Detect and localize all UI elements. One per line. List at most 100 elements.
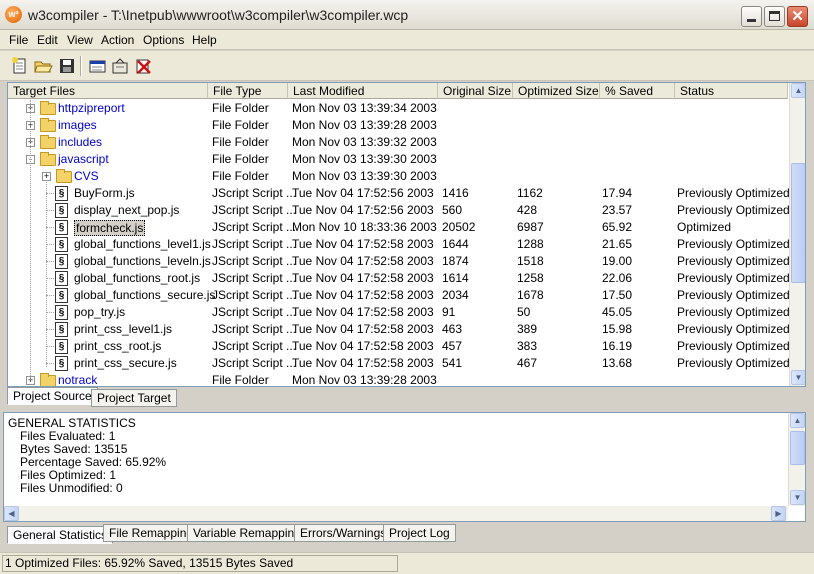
tab-project-log[interactable]: Project Log [383,524,456,542]
optimize-button[interactable] [110,56,130,76]
tab-file-remapping[interactable]: File Remapping [103,524,200,542]
column-header-file-type[interactable]: File Type [208,83,288,99]
menu-file[interactable]: File [9,33,28,47]
row-status: Previously Optimized [677,339,790,353]
stats-scroll-down-button[interactable]: ▼ [790,490,805,505]
row-optimized-size: 1258 [517,271,544,285]
row-name[interactable]: print_css_level1.js [74,322,172,336]
table-row[interactable]: + httpzipreport File Folder Mon Nov 03 13:3… [8,100,788,117]
row-percent-saved: 16.19 [602,339,633,353]
stats-scroll-right-button[interactable]: ▶ [771,506,786,521]
target-files-icon [89,60,106,73]
target-files-list[interactable]: Target Files File Type Last Modified Ori… [7,82,806,387]
row-last-modified: Tue Nov 04 17:52:56 2003 [292,203,434,217]
table-row[interactable]: § print_css_root.js JScript Script ... Tue … [8,338,790,355]
table-row[interactable]: - javascript File Folder Mon Nov 03 13:39:3… [8,151,788,168]
table-row[interactable]: + images File Folder Mon Nov 03 13:39:28 20… [8,117,788,134]
table-row[interactable]: § print_css_level1.js JScript Script ... Tu… [8,321,790,338]
tab-variable-remapping[interactable]: Variable Remapping [187,524,307,542]
row-file-type: JScript Script ... [212,271,297,285]
list-vertical-scrollbar[interactable]: ▲ ▼ [789,83,805,386]
table-row[interactable]: § print_css_secure.js JScript Script ... Tu… [8,355,790,372]
folder-icon [40,118,56,132]
row-optimized-size: 1288 [517,237,544,251]
row-original-size: 463 [442,322,463,336]
row-name[interactable]: display_next_pop.js [74,203,179,217]
clear-button[interactable] [133,56,153,76]
script-file-icon: § [55,203,68,218]
menu-action[interactable]: Action [101,33,134,47]
table-row[interactable]: § global_functions_secure.js JScript Scrip… [8,287,790,304]
table-row[interactable]: + includes File Folder Mon Nov 03 13:39:32 … [8,134,788,151]
row-name[interactable]: javascript [58,152,109,166]
column-header-original-size[interactable]: Original Size [438,83,513,99]
folder-icon [40,373,56,386]
tab-project-target[interactable]: Project Target [91,389,177,407]
row-name[interactable]: httpzipreport [58,101,125,115]
column-header-percent-saved[interactable]: % Saved [600,83,675,99]
column-header-optimized-size[interactable]: Optimized Size [513,83,600,99]
tab-errors-warnings[interactable]: Errors/Warnings [294,524,393,542]
table-row[interactable]: + notrack File Folder Mon Nov 03 13:39:28 2… [8,372,788,387]
stats-scroll-thumb[interactable] [790,431,805,465]
column-header-target-files[interactable]: Target Files [8,83,208,99]
stats-horizontal-scrollbar[interactable]: ◀ ▶ [4,506,788,521]
row-file-type: JScript Script ... [212,237,297,251]
table-row[interactable]: § pop_try.js JScript Script ... Tue Nov 04 … [8,304,790,321]
target-files-button[interactable] [87,56,107,76]
row-file-type: JScript Script ... [212,305,297,319]
row-name[interactable]: print_css_root.js [74,339,161,353]
row-name[interactable]: global_functions_secure.js [74,288,215,302]
scroll-down-button[interactable]: ▼ [791,370,805,385]
minimize-button[interactable] [741,6,762,27]
close-button[interactable]: ✕ [787,6,808,27]
tab-project-source[interactable]: Project Source [7,387,98,405]
row-optimized-size: 50 [517,305,531,319]
table-row[interactable]: § formcheck.js JScript Script ... Mon Nov 1… [8,219,788,236]
row-original-size: 1644 [442,237,469,251]
table-row[interactable]: § global_functions_leveln.js JScript Scrip… [8,253,790,270]
row-name[interactable]: BuyForm.js [74,186,135,200]
row-name[interactable]: formcheck.js [74,220,146,236]
row-last-modified: Tue Nov 04 17:52:58 2003 [292,288,434,302]
row-name[interactable]: includes [58,135,102,149]
row-name[interactable]: pop_try.js [74,305,125,319]
stats-vertical-scrollbar[interactable]: ▲ ▼ [788,413,805,506]
close-icon: ✕ [791,8,804,25]
open-project-button[interactable] [33,56,53,76]
maximize-button[interactable] [764,6,785,27]
menu-edit[interactable]: Edit [37,33,58,47]
row-name[interactable]: CVS [74,169,99,183]
table-row[interactable]: § display_next_pop.js JScript Script ... Tu… [8,202,790,219]
column-header-last-modified[interactable]: Last Modified [288,83,438,99]
row-file-type: File Folder [212,373,269,387]
script-file-icon: § [55,271,68,286]
menu-options[interactable]: Options [143,33,184,47]
title-bar[interactable]: w³ w3compiler - T:\Inetpub\wwwroot\w3com… [0,0,814,30]
row-name[interactable]: global_functions_root.js [74,271,200,285]
stats-scroll-up-button[interactable]: ▲ [790,413,805,428]
row-percent-saved: 17.94 [602,186,633,200]
menu-view[interactable]: View [67,33,93,47]
new-project-button[interactable] [10,56,30,76]
scroll-up-button[interactable]: ▲ [791,83,805,98]
menu-help[interactable]: Help [192,33,217,47]
table-row[interactable]: § global_functions_root.js JScript Script … [8,270,790,287]
row-name[interactable]: notrack [58,373,97,386]
table-row[interactable]: § global_functions_level1.js JScript Scrip… [8,236,790,253]
row-name[interactable]: print_css_secure.js [74,356,177,370]
row-last-modified: Mon Nov 10 18:33:36 2003 [292,220,437,234]
row-name[interactable]: images [58,118,97,132]
row-name[interactable]: global_functions_level1.js [74,237,211,251]
tab-general-statistics[interactable]: General Statistics [7,526,114,544]
column-header-status[interactable]: Status [675,83,788,99]
row-percent-saved: 45.05 [602,305,633,319]
scroll-thumb[interactable] [791,163,805,283]
table-row[interactable]: § BuyForm.js JScript Script ... Tue Nov 04 … [8,185,790,202]
stats-scroll-left-button[interactable]: ◀ [4,506,19,521]
save-project-button[interactable] [57,56,77,76]
table-row[interactable]: + CVS File Folder Mon Nov 03 13:39:30 2003 [8,168,788,185]
row-file-type: File Folder [212,118,269,132]
row-status: Previously Optimized [677,203,790,217]
row-name[interactable]: global_functions_leveln.js [74,254,211,268]
